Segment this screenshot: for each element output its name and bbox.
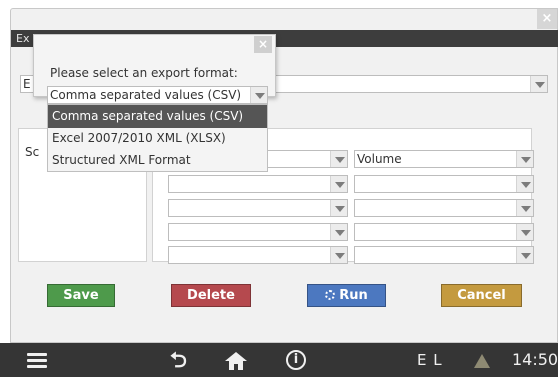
column-combo-right-4[interactable] [354, 223, 534, 241]
export-format-dropdown: Comma separated values (CSV) Excel 2007/… [47, 104, 268, 172]
window-close-button[interactable]: × [537, 9, 557, 29]
export-format-value: Comma separated values (CSV) [50, 88, 242, 102]
delete-button[interactable]: Delete [171, 284, 251, 307]
chevron-down-icon[interactable] [516, 200, 533, 216]
chevron-down-icon[interactable] [250, 87, 267, 103]
column-combo-right-3[interactable] [354, 199, 534, 217]
format-option-xlsx[interactable]: Excel 2007/2010 XML (XLSX) [48, 127, 267, 150]
column-combo-left-2[interactable] [168, 175, 348, 193]
chevron-down-icon[interactable] [330, 151, 347, 167]
back-icon[interactable]: ⮌ [170, 343, 187, 377]
home-icon[interactable] [225, 352, 247, 370]
column-combo-left-3[interactable] [168, 199, 348, 217]
chevron-down-icon[interactable] [516, 176, 533, 192]
export-format-select[interactable]: Comma separated values (CSV) [47, 86, 268, 104]
left-panel-label: Sc [25, 145, 39, 159]
chevron-down-icon[interactable] [330, 224, 347, 240]
chevron-down-icon[interactable] [530, 76, 547, 92]
cancel-button[interactable]: Cancel [441, 284, 522, 307]
taskbar: ⮌ i E L 14:50 [0, 343, 558, 377]
format-option-csv[interactable]: Comma separated values (CSV) [48, 105, 267, 128]
menu-icon[interactable] [27, 353, 47, 369]
column-combo-left-5[interactable] [168, 246, 348, 264]
chevron-down-icon[interactable] [516, 247, 533, 263]
chevron-down-icon[interactable] [330, 247, 347, 263]
column-combo-left-4[interactable] [168, 223, 348, 241]
clock: 14:50 [512, 350, 558, 369]
export-combo-value: E [23, 77, 31, 91]
warning-icon[interactable] [474, 354, 490, 368]
language-indicator[interactable]: E L [417, 343, 443, 377]
chevron-down-icon[interactable] [330, 176, 347, 192]
column-combo-value: Volume [357, 152, 402, 166]
dialog-prompt: Please select an export format: [50, 66, 238, 80]
column-combo-right-2[interactable] [354, 175, 534, 193]
chevron-down-icon[interactable] [516, 224, 533, 240]
info-icon[interactable]: i [286, 350, 306, 370]
chevron-down-icon[interactable] [330, 200, 347, 216]
column-combo-right-1[interactable]: Volume [354, 150, 534, 168]
run-button-label: Run [339, 288, 368, 303]
run-button[interactable]: Run [307, 284, 386, 307]
format-option-xml[interactable]: Structured XML Format [48, 149, 267, 172]
chevron-down-icon[interactable] [516, 151, 533, 167]
column-combo-right-5[interactable] [354, 246, 534, 264]
gear-icon [325, 290, 336, 300]
dialog-close-button[interactable]: × [254, 36, 272, 53]
save-button[interactable]: Save [47, 284, 115, 307]
